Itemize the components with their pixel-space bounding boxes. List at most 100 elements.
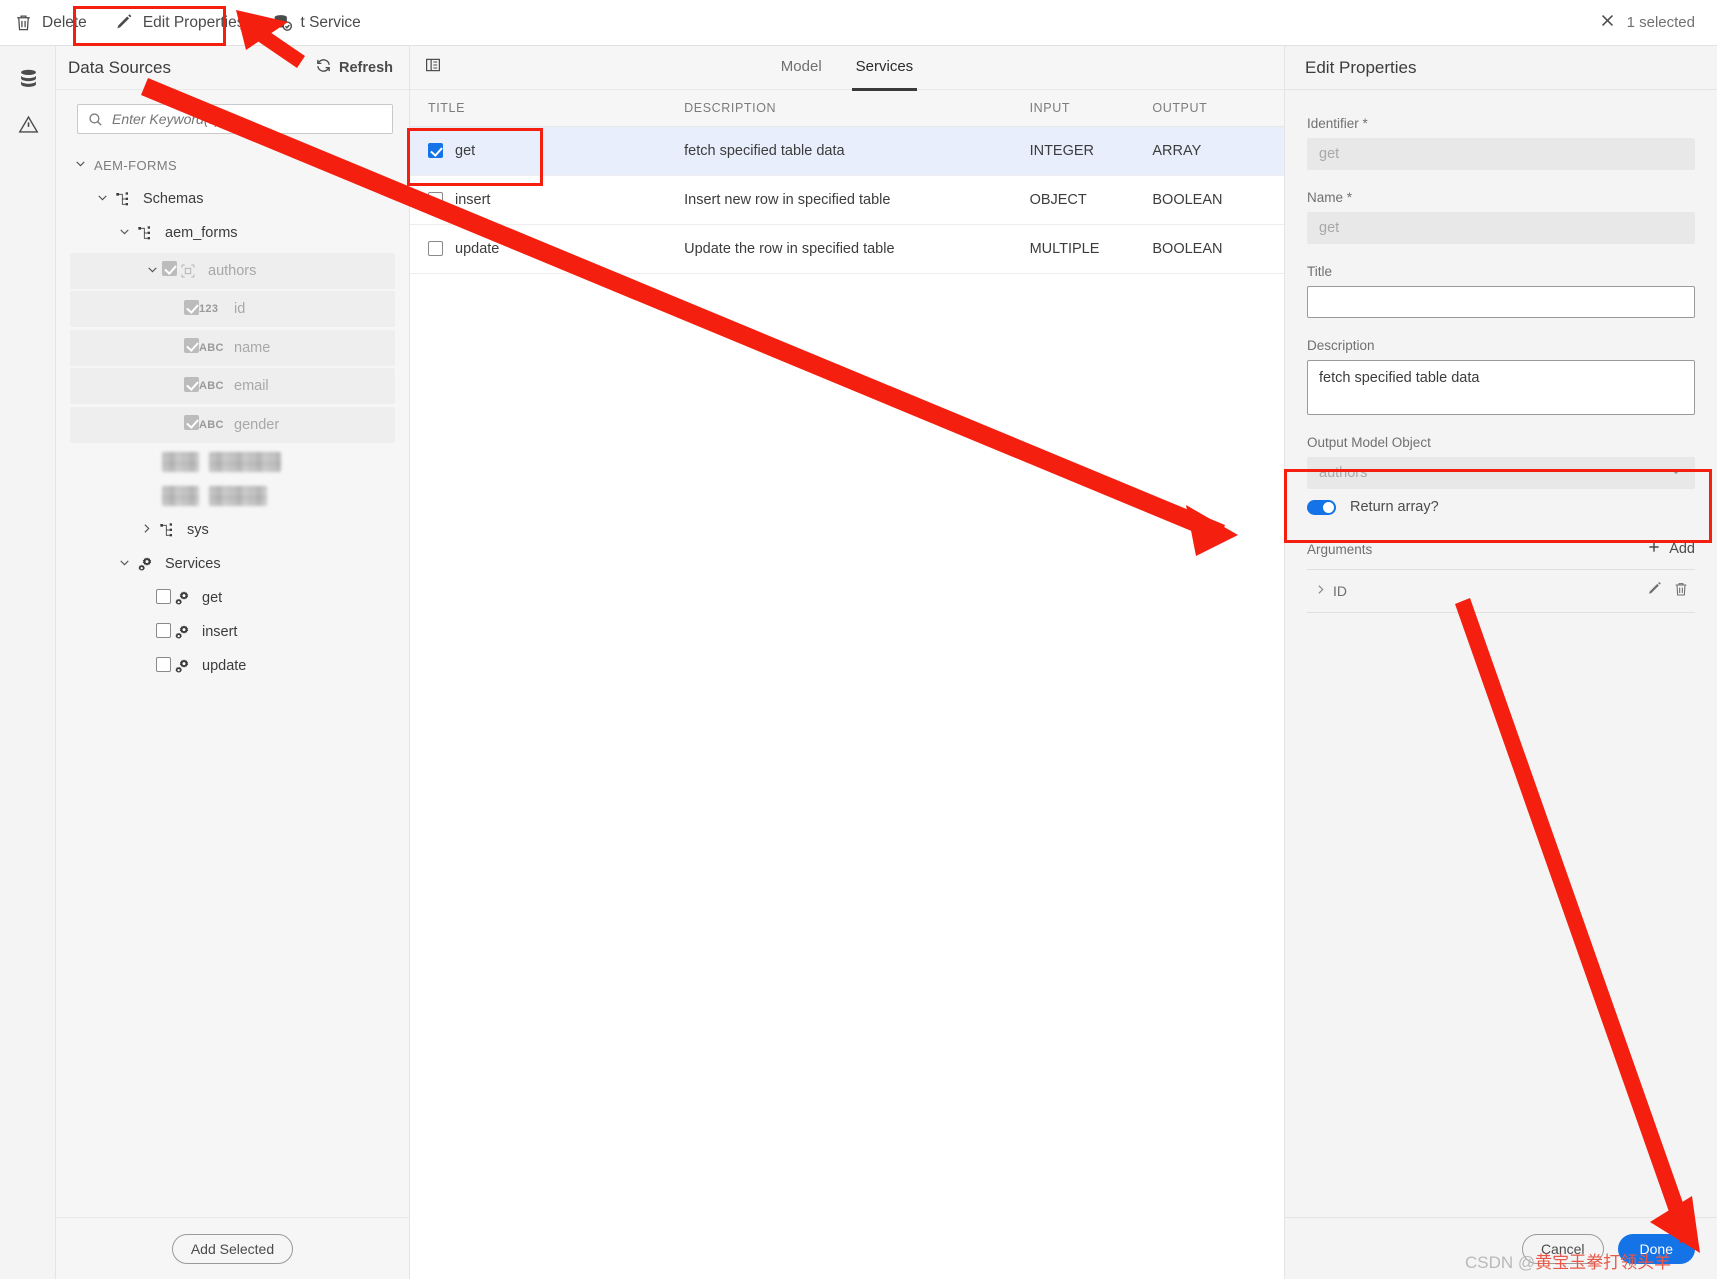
- close-icon[interactable]: [1599, 12, 1616, 33]
- search-input[interactable]: [110, 105, 392, 133]
- title-label: Title: [1307, 264, 1333, 279]
- search-icon: [87, 111, 104, 133]
- tree-item-label: authors: [208, 262, 257, 279]
- redacted-block: [209, 452, 281, 472]
- title-input[interactable]: [1307, 286, 1695, 318]
- row-title-label: insert: [455, 191, 491, 208]
- tree-item-gender[interactable]: ABC gender: [70, 406, 395, 443]
- tree-item-aem-forms[interactable]: AEM-FORMS: [56, 148, 409, 182]
- tree-item-authors[interactable]: authors: [70, 252, 395, 289]
- chevron-right-icon[interactable]: [1307, 583, 1333, 599]
- panel-icon: [424, 56, 442, 79]
- trash-icon: [14, 13, 33, 32]
- tree-item-label: id: [234, 301, 246, 317]
- chevron-down-icon[interactable]: [92, 191, 112, 207]
- rail-item-data-sources[interactable]: [0, 58, 56, 104]
- table-row[interactable]: insert Insert new row in specified table O…: [410, 175, 1284, 225]
- schema-icon: [156, 522, 178, 538]
- data-sources-tree: AEM-FORMS Schemas aem_formsauthors 123 id ABC…: [56, 142, 409, 1217]
- chevron-down-icon[interactable]: [114, 225, 134, 241]
- tree-checkbox[interactable]: [156, 656, 171, 672]
- name-field-group: Name * get: [1307, 190, 1695, 244]
- column-header-description[interactable]: DESCRIPTION: [684, 90, 1030, 127]
- edit-properties-panel: Edit Properties Identifier * get Name * …: [1285, 46, 1717, 1279]
- edit-argument-icon[interactable]: [1647, 581, 1663, 602]
- delete-button[interactable]: Delete: [0, 0, 101, 46]
- column-header-title[interactable]: TITLE: [410, 90, 685, 127]
- tree-item-label: name: [234, 339, 271, 356]
- add-argument-button[interactable]: Add: [1646, 539, 1695, 559]
- tree-item-get[interactable]: get: [56, 581, 409, 615]
- row-checkbox[interactable]: [428, 241, 443, 256]
- chevron-right-icon[interactable]: [136, 522, 156, 538]
- chevron-down-icon[interactable]: [114, 556, 134, 572]
- tree-item-email[interactable]: ABC email: [70, 368, 395, 404]
- tree-item-name[interactable]: ABC name: [70, 329, 395, 366]
- cell-description: Insert new row in specified table: [684, 175, 1030, 225]
- tree-item-label: insert: [202, 624, 238, 640]
- tree-item-label: sys: [187, 522, 209, 538]
- redacted-tree-row: [56, 479, 409, 513]
- description-textarea[interactable]: fetch specified table data: [1307, 360, 1695, 415]
- chevron-down-icon[interactable]: [70, 157, 90, 173]
- test-service-button[interactable]: t Service: [258, 0, 374, 46]
- edit-properties-button[interactable]: Edit Properties: [101, 0, 259, 46]
- plus-icon: [1646, 539, 1662, 559]
- column-header-input[interactable]: INPUT: [1029, 90, 1153, 127]
- services-table-body: get fetch specified table data INTEGER ARRA…: [410, 126, 1284, 274]
- main-header: Model Services: [410, 46, 1284, 91]
- cell-title: update: [410, 224, 685, 274]
- tree-item-update[interactable]: update: [56, 649, 409, 683]
- tree-item-services[interactable]: Services: [56, 547, 409, 581]
- chevron-down-icon[interactable]: [142, 263, 162, 279]
- redacted-block: [209, 486, 267, 506]
- chevron-down-icon: [1669, 464, 1683, 482]
- tree-checkbox[interactable]: [156, 622, 171, 638]
- properties-header: Edit Properties: [1285, 46, 1717, 90]
- tab-model[interactable]: Model: [777, 46, 826, 91]
- cell-title: get: [410, 126, 685, 176]
- tree-item-insert[interactable]: insert: [56, 615, 409, 649]
- cell-title: insert: [410, 175, 685, 225]
- output-model-select[interactable]: authors: [1307, 457, 1695, 489]
- refresh-label: Refresh: [339, 59, 393, 76]
- field-type-tag: 123: [199, 303, 219, 315]
- rail-item-alerts[interactable]: [0, 104, 56, 150]
- main-tabs: Model Services: [456, 46, 1238, 91]
- field-type-tag: ABC: [199, 418, 224, 431]
- tree-checkbox: [184, 338, 199, 353]
- tree-item-schemas[interactable]: Schemas: [56, 182, 409, 216]
- cancel-button[interactable]: Cancel: [1521, 1233, 1604, 1264]
- table-row[interactable]: update Update the row in specified table M…: [410, 224, 1284, 274]
- pencil-icon: [115, 13, 134, 32]
- cell-input: OBJECT: [1029, 175, 1153, 225]
- arguments-header: Arguments Add: [1307, 539, 1695, 559]
- row-title-label: update: [455, 240, 500, 257]
- sidebar-header: Data Sources Refresh: [56, 46, 409, 90]
- delete-argument-icon[interactable]: [1673, 581, 1689, 602]
- argument-row[interactable]: ID: [1307, 569, 1695, 613]
- refresh-button[interactable]: Refresh: [315, 57, 393, 78]
- column-header-output[interactable]: OUTPUT: [1152, 90, 1284, 127]
- add-selected-button[interactable]: Add Selected: [171, 1233, 294, 1264]
- return-array-toggle[interactable]: [1307, 499, 1336, 515]
- tree-item-aem-forms[interactable]: aem_forms: [56, 216, 409, 250]
- row-checkbox[interactable]: [428, 192, 443, 207]
- warning-triangle-icon: [18, 114, 39, 140]
- row-checkbox[interactable]: [428, 143, 443, 158]
- description-field-group: Description fetch specified table data: [1307, 338, 1695, 415]
- redacted-tree-row: [56, 445, 409, 479]
- table-row[interactable]: get fetch specified table data INTEGER ARRA…: [410, 126, 1284, 176]
- sidebar-title: Data Sources: [68, 57, 171, 77]
- gears-icon: [171, 624, 193, 641]
- search-box[interactable]: [77, 104, 393, 134]
- tree-item-id[interactable]: 123 id: [70, 291, 395, 327]
- tree-checkbox[interactable]: [156, 588, 171, 604]
- tree-item-sys[interactable]: sys: [56, 513, 409, 547]
- tab-services[interactable]: Services: [851, 46, 918, 91]
- return-array-label: Return array?: [1350, 499, 1439, 515]
- panel-toggle-button[interactable]: [410, 56, 456, 79]
- done-button[interactable]: Done: [1617, 1233, 1695, 1264]
- cell-output: BOOLEAN: [1152, 224, 1284, 274]
- database-check-icon: [272, 13, 293, 32]
